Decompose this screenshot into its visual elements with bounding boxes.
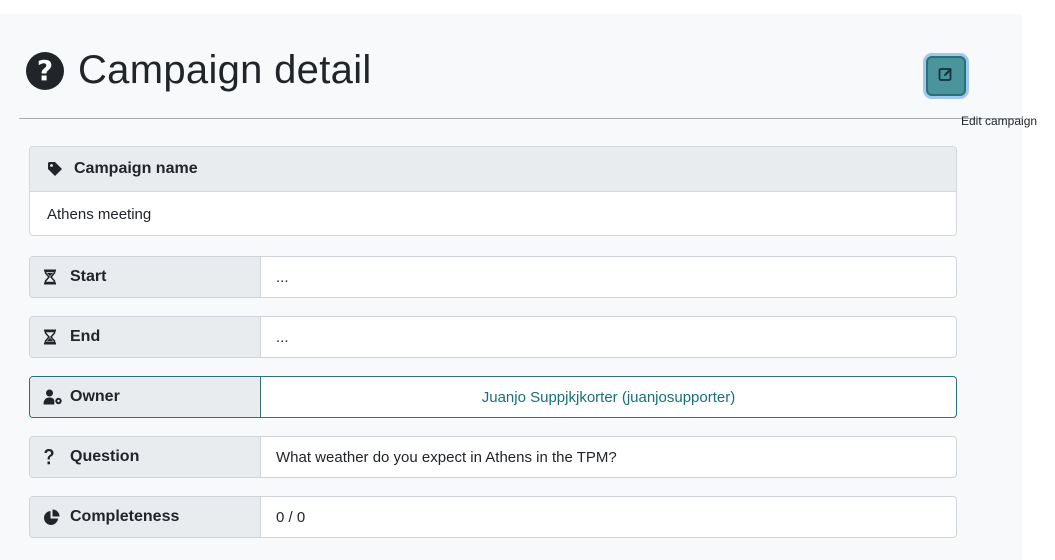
question-icon xyxy=(43,448,63,466)
edit-icon xyxy=(938,66,954,87)
completeness-field: Completeness 0 / 0 xyxy=(29,496,957,538)
start-label: Start xyxy=(70,268,107,285)
campaign-name-card: Campaign name Athens meeting xyxy=(29,146,957,236)
question-label: Question xyxy=(70,448,140,465)
page-title: Campaign detail xyxy=(78,48,372,92)
owner-label: Owner xyxy=(70,388,120,405)
tag-icon xyxy=(47,160,67,178)
question-field: Question What weather do you expect in A… xyxy=(29,436,957,478)
title-divider xyxy=(19,118,1022,119)
completeness-label-cell: Completeness xyxy=(30,497,261,537)
page-header: ? Campaign detail xyxy=(26,48,372,93)
hourglass-start-icon xyxy=(43,268,63,286)
end-field: End ... xyxy=(29,316,957,358)
edit-campaign-button[interactable] xyxy=(926,56,966,96)
end-value: ... xyxy=(276,328,289,346)
campaign-name-value: Athens meeting xyxy=(47,205,152,223)
question-value: What weather do you expect in Athens in … xyxy=(276,448,617,466)
user-cog-icon xyxy=(43,388,63,406)
start-field: Start ... xyxy=(29,256,957,298)
chart-pie-icon xyxy=(43,508,63,526)
start-value: ... xyxy=(276,268,289,286)
edit-campaign-tooltip: Edit campaign xyxy=(961,114,1038,128)
owner-label-cell: Owner xyxy=(30,377,261,417)
question-label-cell: Question xyxy=(30,437,261,477)
campaign-name-label: Campaign name xyxy=(74,160,198,177)
start-label-cell: Start xyxy=(30,257,261,297)
completeness-label: Completeness xyxy=(70,508,180,525)
question-circle-icon: ? xyxy=(26,51,64,90)
campaign-name-header: Campaign name xyxy=(30,147,956,192)
completeness-value: 0 / 0 xyxy=(276,508,306,526)
owner-field: Owner Juanjo Suppjkjkorter (juanjosuppor… xyxy=(29,376,957,418)
end-label-cell: End xyxy=(30,317,261,357)
hourglass-end-icon xyxy=(43,328,63,346)
end-label: End xyxy=(70,328,101,345)
owner-link[interactable]: Juanjo Suppjkjkorter (juanjosupporter) xyxy=(261,377,956,417)
